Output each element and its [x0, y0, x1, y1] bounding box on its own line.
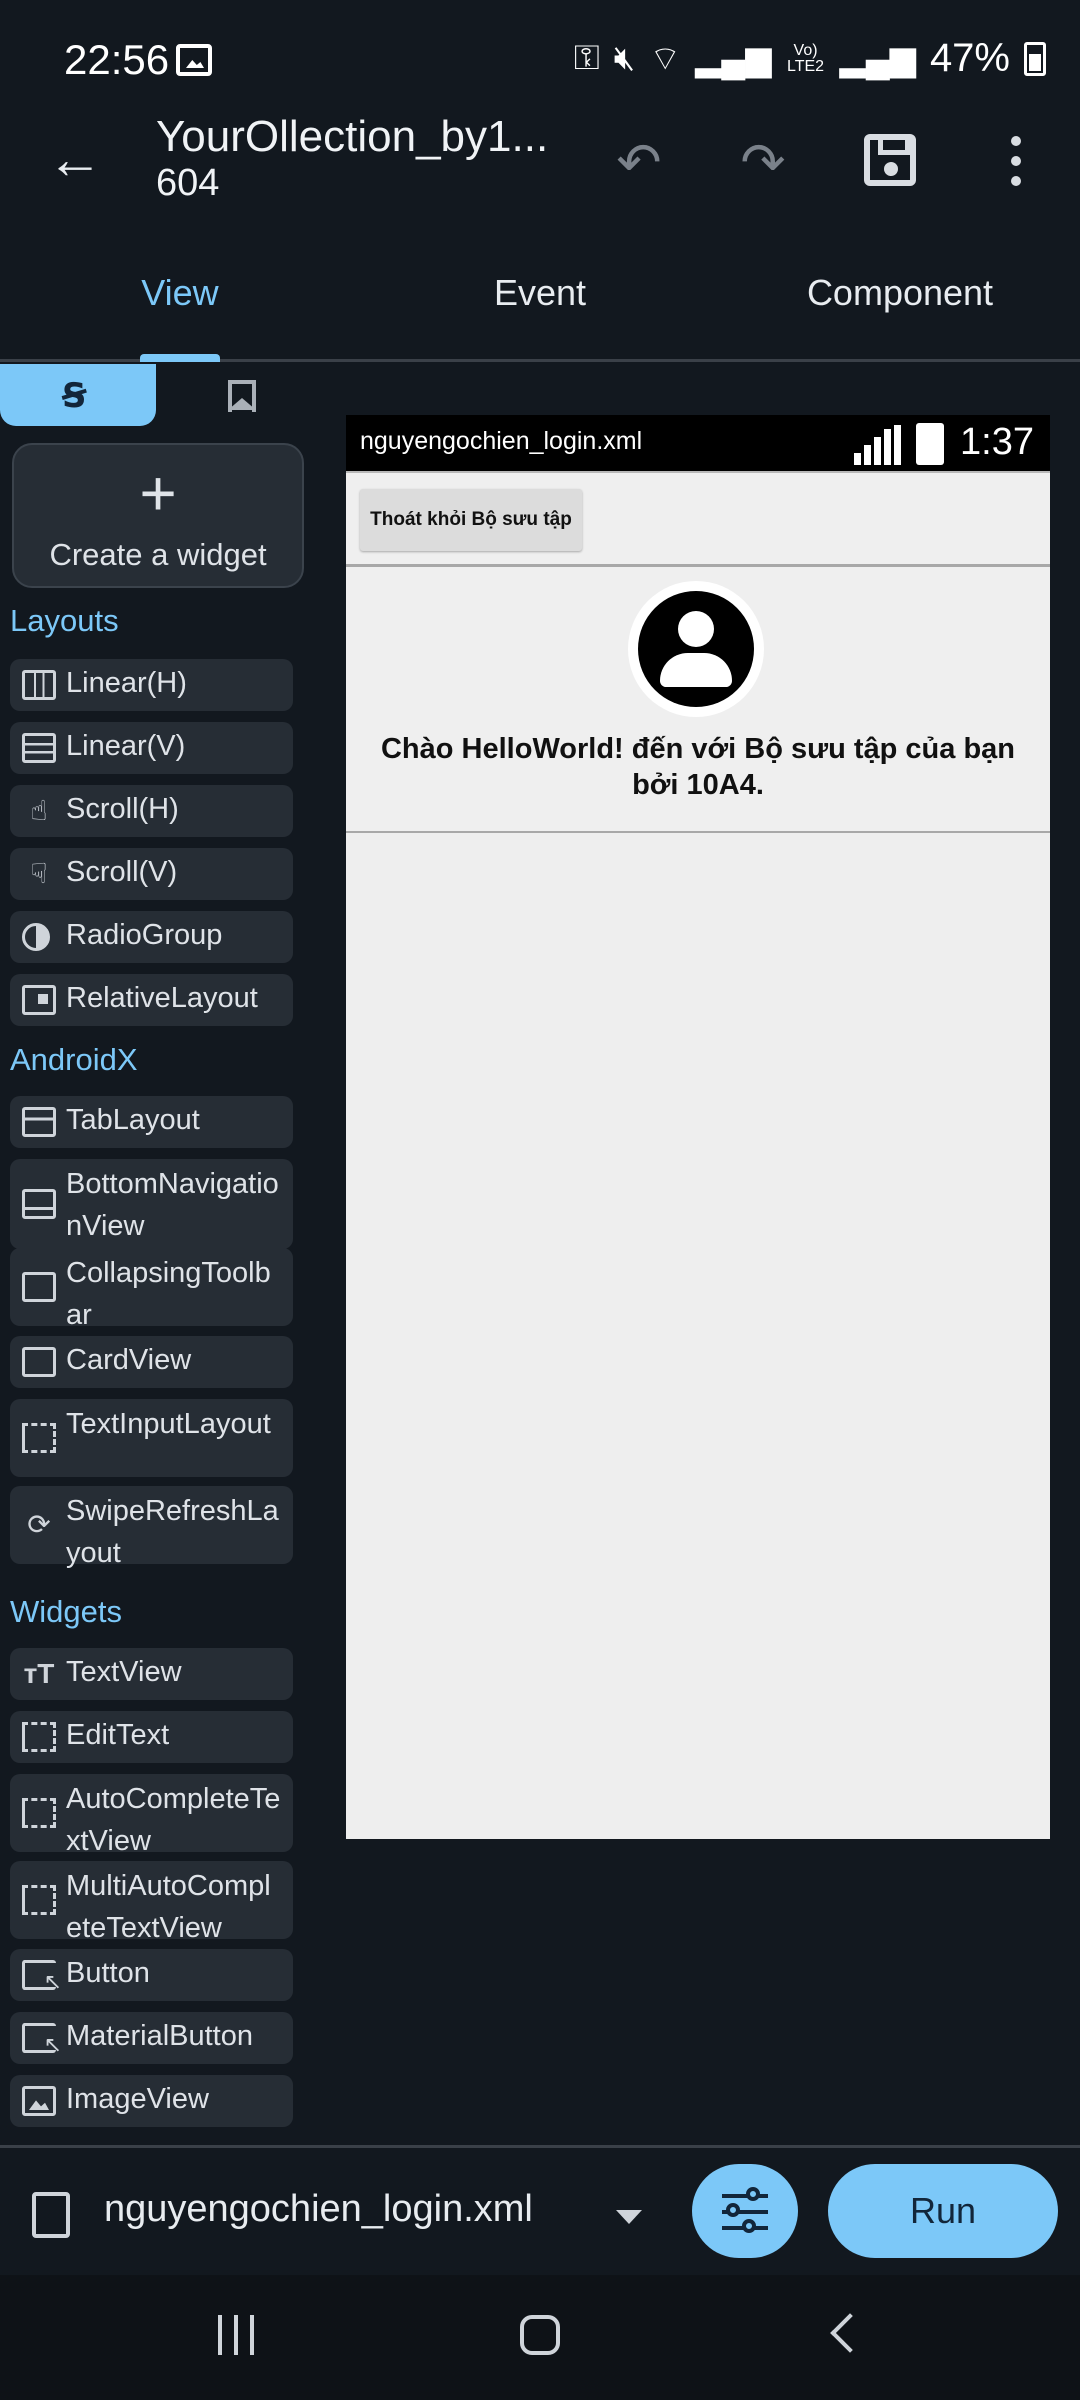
preview-battery-icon: [916, 423, 944, 465]
refresh-icon: ⟳: [27, 1509, 51, 1540]
palette-tab-widgets[interactable]: Ꞩ: [0, 364, 156, 426]
section-layouts: Layouts: [10, 603, 119, 638]
section-androidx: AndroidX: [10, 1042, 138, 1077]
palette-item-imageview[interactable]: ImageView: [10, 2075, 293, 2127]
tab-view[interactable]: View: [70, 272, 290, 314]
status-bar: 22:56 ⚿ 🔇︎ ⌔ ▂▄▆ Vo) LTE2 ▂▄▆ 47%: [0, 0, 1080, 122]
more-options-icon[interactable]: [996, 132, 1036, 192]
project-title: YourOllection_by1...: [156, 112, 549, 161]
preview-toolbar[interactable]: Thoát khỏi Bộ sưu tập: [346, 471, 1050, 567]
bottom-navigation-icon: [22, 1189, 56, 1219]
multi-autocomplete-text-icon: [22, 1885, 56, 1915]
radio-group-icon: [22, 923, 50, 951]
palette-item-linear-h[interactable]: Linear(H): [10, 659, 293, 711]
palette-item-scroll-h[interactable]: ☝ Scroll(H): [10, 785, 293, 837]
project-subtitle: 604: [156, 162, 220, 204]
palette-item-collapsingtoolbar[interactable]: CollapsingToolbar: [10, 1248, 293, 1331]
tab-layout-icon: [22, 1107, 56, 1137]
scroll-vertical-icon: ☟: [30, 858, 48, 889]
nav-back-icon[interactable]: [828, 2313, 858, 2357]
palette-item-textview[interactable]: ᴛT TextView: [10, 1648, 293, 1700]
battery-icon: [1024, 41, 1046, 76]
text-input-layout-icon: [22, 1423, 56, 1453]
layout-preview[interactable]: nguyengochien_login.xml 1:37 Thoát khỏi …: [346, 415, 1050, 1839]
image-view-icon: [22, 2086, 56, 2116]
palette-item-autocompletetextview[interactable]: AutoCompleteTextView: [10, 1774, 293, 1857]
button-icon: [22, 1960, 62, 1995]
autocomplete-text-icon: [22, 1798, 56, 1828]
wifi-icon: ⌔: [649, 40, 682, 78]
create-widget-button[interactable]: + Create a widget: [12, 443, 304, 588]
palette-item-scroll-v[interactable]: ☟ Scroll(V): [10, 848, 293, 900]
status-clock: 22:56: [64, 36, 170, 83]
palette-item-edittext[interactable]: EditText: [10, 1711, 293, 1763]
palette-item-swiperefreshlayout[interactable]: ⟳ SwipeRefreshLayout: [10, 1486, 293, 1569]
signal-icon: ▂▄▆: [695, 39, 772, 78]
text-view-icon: ᴛT: [23, 1658, 55, 1689]
palette-item-tablayout[interactable]: TabLayout: [10, 1096, 293, 1148]
linear-horizontal-icon: [22, 670, 56, 700]
card-view-icon: [22, 1347, 56, 1377]
palette-item-multiautocompletetextview[interactable]: MultiAutoCompleteTextView: [10, 1861, 293, 1944]
file-icon: [32, 2192, 70, 2238]
mute-icon: 🔇︎: [613, 39, 636, 77]
undo-icon[interactable]: ↶: [604, 128, 674, 198]
gallery-notification-icon: [176, 44, 212, 76]
settings-sliders-button[interactable]: [692, 2164, 798, 2258]
signal-2-icon: ▂▄▆: [839, 39, 916, 78]
home-icon[interactable]: [520, 2315, 560, 2355]
section-widgets: Widgets: [10, 1594, 122, 1629]
scroll-horizontal-icon: ☝: [30, 795, 48, 826]
plus-icon: +: [139, 457, 177, 529]
palette-item-relativelayout[interactable]: RelativeLayout: [10, 974, 293, 1026]
palette-item-materialbutton[interactable]: MaterialButton: [10, 2012, 293, 2064]
editor-tabs: View Event Component: [0, 250, 1080, 362]
preview-clock: 1:37: [960, 421, 1034, 463]
exit-collection-button[interactable]: Thoát khỏi Bộ sưu tập: [360, 489, 582, 551]
file-select[interactable]: nguyengochien_login.xml: [104, 2188, 533, 2231]
system-nav-bar: [0, 2275, 1080, 2400]
network-type: Vo) LTE2: [787, 41, 825, 75]
linear-vertical-icon: [22, 733, 56, 763]
palette-item-bottomnavigationview[interactable]: BottomNavigationView: [10, 1159, 293, 1249]
vpn-key-icon: ⚿: [573, 39, 600, 77]
save-icon[interactable]: [864, 134, 916, 186]
battery-percent: 47%: [929, 36, 1010, 80]
run-button[interactable]: Run: [828, 2164, 1058, 2258]
material-button-icon: [22, 2023, 62, 2058]
status-icons: ⚿ 🔇︎ ⌔ ▂▄▆ Vo) LTE2 ▂▄▆ 47%: [574, 36, 1046, 81]
create-widget-label: Create a widget: [49, 537, 267, 572]
widgets-icon: Ꞩ: [62, 377, 87, 415]
bookmark-icon[interactable]: [220, 376, 260, 416]
tab-indicator: [140, 354, 220, 362]
bottom-bar: nguyengochien_login.xml Run: [0, 2145, 1080, 2275]
avatar[interactable]: [628, 581, 764, 717]
edit-text-icon: [22, 1722, 56, 1752]
palette-item-textinputlayout[interactable]: TextInputLayout: [10, 1399, 293, 1477]
palette-item-cardview[interactable]: CardView: [10, 1336, 293, 1388]
palette-item-button[interactable]: Button: [10, 1949, 293, 2001]
redo-icon[interactable]: ↷: [728, 128, 798, 198]
back-arrow-icon[interactable]: ←: [40, 124, 110, 194]
preview-status-bar: nguyengochien_login.xml 1:37: [346, 415, 1050, 471]
collapsing-toolbar-icon: [22, 1272, 56, 1302]
tab-event[interactable]: Event: [430, 272, 650, 314]
preview-signal-icon: [854, 425, 904, 465]
relative-layout-icon: [22, 985, 56, 1015]
chevron-down-icon[interactable]: [616, 2210, 642, 2224]
palette-item-radiogroup[interactable]: RadioGroup: [10, 911, 293, 963]
welcome-text[interactable]: Chào HelloWorld! đến với Bộ sưu tập của …: [366, 731, 1030, 803]
preview-file-name: nguyengochien_login.xml: [360, 427, 643, 455]
palette-item-linear-v[interactable]: Linear(V): [10, 722, 293, 774]
preview-profile-card[interactable]: Chào HelloWorld! đến với Bộ sưu tập của …: [346, 567, 1050, 833]
account-circle-icon: [638, 591, 754, 707]
recent-apps-icon[interactable]: [218, 2315, 258, 2355]
tab-component[interactable]: Component: [780, 272, 1020, 314]
